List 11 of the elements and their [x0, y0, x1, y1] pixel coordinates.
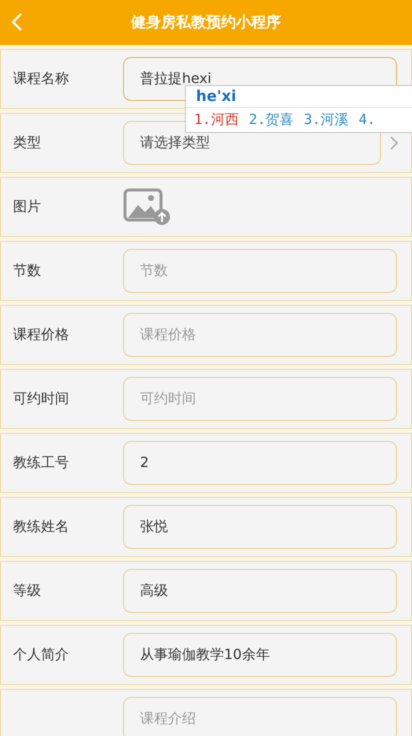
- field-label: 课程价格: [12, 326, 70, 344]
- field-label: 教练姓名: [12, 518, 70, 536]
- field-label: 图片: [12, 198, 42, 216]
- field-label: 等级: [12, 582, 42, 600]
- field-label: 个人简介: [12, 646, 70, 664]
- field-label: 课程名称: [12, 70, 70, 88]
- field-label: 教练工号: [12, 454, 70, 472]
- page-title: 健身房私教预约小程序: [131, 12, 281, 34]
- field-label: 可约时间: [12, 390, 70, 408]
- field-label: 节数: [12, 262, 42, 280]
- field-label: 类型: [12, 134, 42, 152]
